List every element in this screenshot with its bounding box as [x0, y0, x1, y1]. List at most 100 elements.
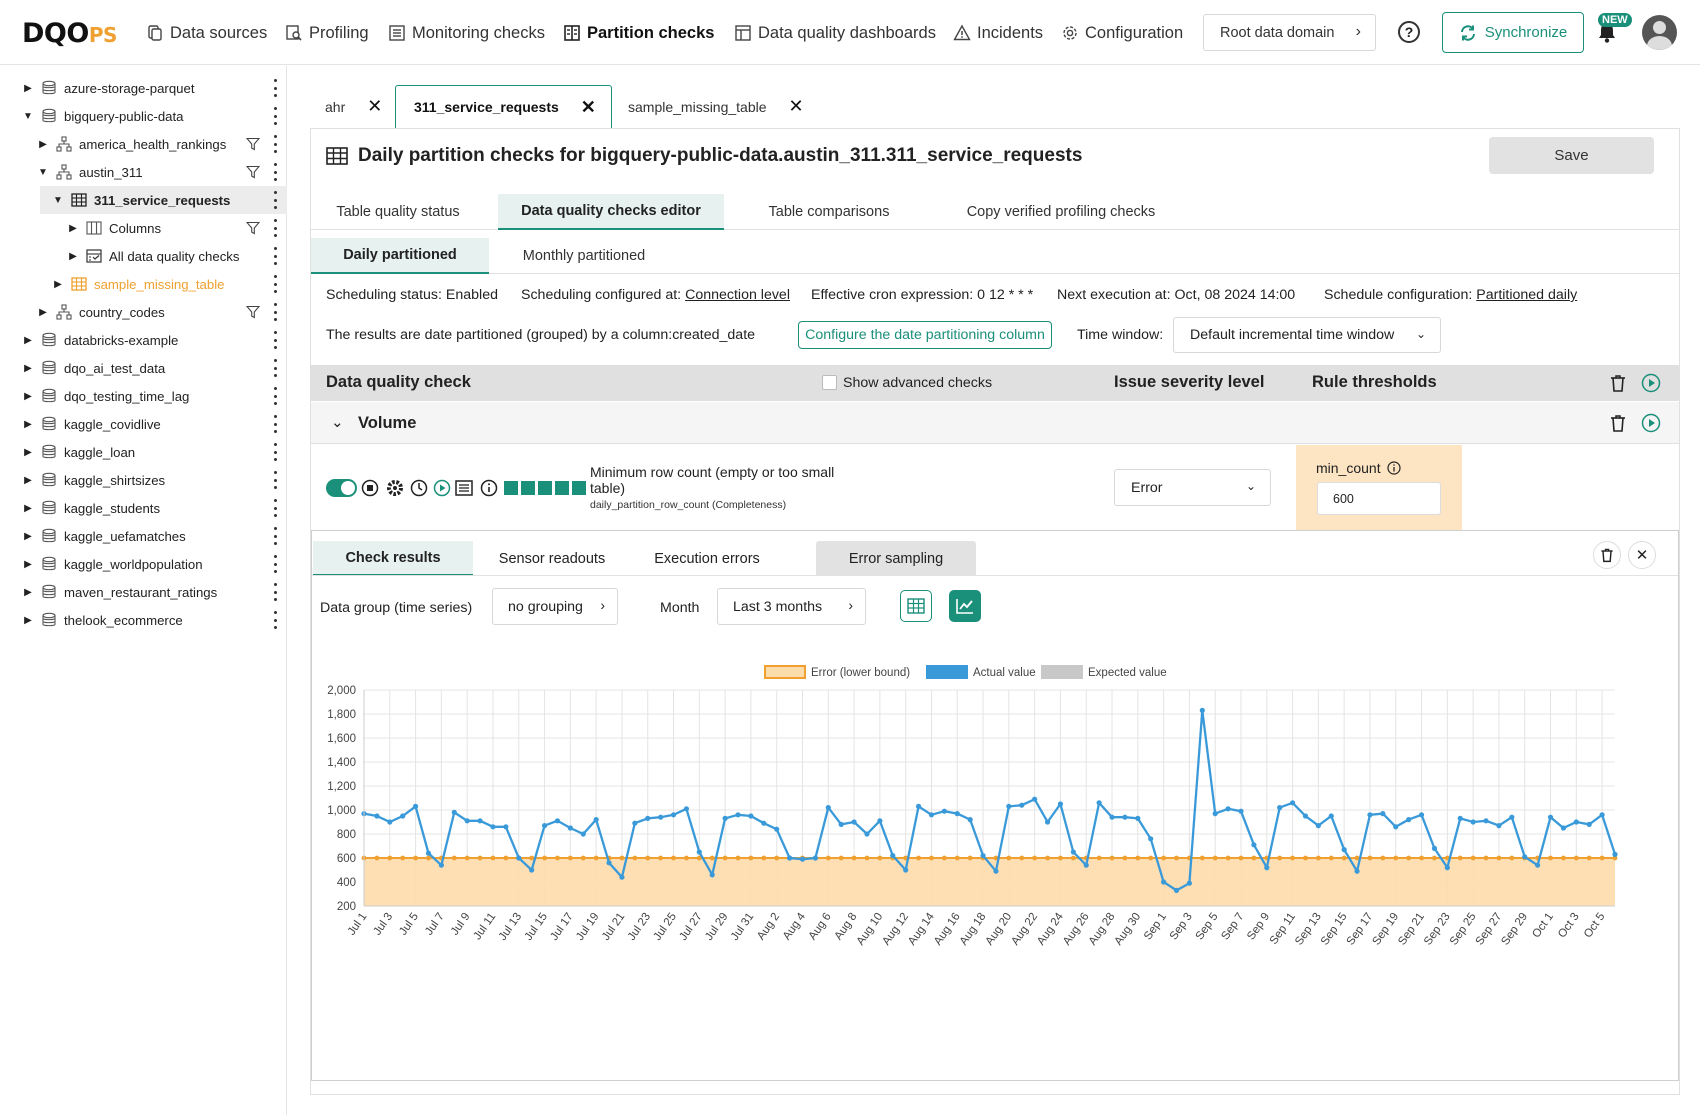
connection-level-link[interactable]: Connection level	[685, 287, 790, 303]
nav-partition-checks[interactable]: Partition checks	[563, 20, 714, 46]
chart-view-button[interactable]	[949, 590, 981, 622]
result-status-square[interactable]	[538, 481, 552, 495]
nav-data-quality-dashboards[interactable]: Data quality dashboards	[734, 20, 936, 46]
kebab-menu-icon[interactable]	[272, 387, 278, 405]
category-volume[interactable]: ⌄ Volume	[311, 402, 1679, 444]
tree-item-kaggle-covidlive[interactable]: ▶ kaggle_covidlive	[0, 410, 287, 438]
kebab-menu-icon[interactable]	[272, 443, 278, 461]
kebab-menu-icon[interactable]	[272, 583, 278, 601]
tree-item-columns[interactable]: ▶ Columns	[0, 214, 287, 242]
avatar[interactable]	[1642, 15, 1677, 50]
caret-down-icon[interactable]: ▼	[37, 167, 49, 178]
result-status-square[interactable]	[555, 481, 569, 495]
tree-item-bigquery-public-data[interactable]: ▼ bigquery-public-data	[0, 102, 287, 130]
save-button[interactable]: Save	[1489, 137, 1654, 174]
file-tab-sample-missing-table[interactable]: sample_missing_table ✕	[628, 85, 804, 128]
partitioned-daily-link[interactable]: Partitioned daily	[1476, 287, 1577, 303]
month-select[interactable]: Last 3 months ›	[717, 588, 866, 625]
close-icon[interactable]: ✕	[789, 96, 804, 117]
tree-item-sample-missing-table[interactable]: ▶ sample_missing_table	[0, 270, 287, 298]
kebab-menu-icon[interactable]	[272, 275, 278, 293]
kebab-menu-icon[interactable]	[272, 191, 278, 209]
kebab-menu-icon[interactable]	[272, 527, 278, 545]
nav-data-sources[interactable]: Data sources	[146, 20, 267, 46]
kebab-menu-icon[interactable]	[272, 471, 278, 489]
data-group-select[interactable]: no grouping ›	[492, 588, 618, 625]
caret-right-icon[interactable]: ▶	[37, 307, 49, 318]
show-advanced-checkbox[interactable]	[822, 375, 837, 390]
tree-item-america-health-rankings[interactable]: ▶ america_health_rankings	[0, 130, 287, 158]
tab-sensor-readouts[interactable]: Sensor readouts	[477, 541, 627, 576]
caret-right-icon[interactable]: ▶	[37, 139, 49, 150]
table-view-button[interactable]	[900, 590, 932, 622]
close-icon[interactable]: ✕	[367, 96, 382, 117]
caret-down-icon[interactable]: ▼	[22, 111, 34, 122]
tab-check-results[interactable]: Check results	[313, 541, 473, 576]
chevron-down-icon[interactable]: ⌄	[331, 413, 344, 431]
caret-right-icon[interactable]: ▶	[22, 447, 34, 458]
tab-table-comparisons[interactable]: Table comparisons	[731, 194, 927, 230]
time-window-select[interactable]: Default incremental time window ⌄	[1173, 317, 1441, 353]
synchronize-button[interactable]: Synchronize	[1442, 12, 1584, 53]
caret-right-icon[interactable]: ▶	[22, 419, 34, 430]
info-icon[interactable]	[479, 478, 499, 498]
caret-right-icon[interactable]: ▶	[67, 251, 79, 262]
caret-right-icon[interactable]: ▶	[22, 587, 34, 598]
results-list-icon[interactable]	[454, 478, 474, 498]
caret-right-icon[interactable]: ▶	[22, 559, 34, 570]
file-tab-ahr[interactable]: ahr ✕	[325, 85, 382, 128]
configure-partition-column-button[interactable]: Configure the date partitioning column	[798, 321, 1052, 349]
tree-item-maven-restaurant-ratings[interactable]: ▶ maven_restaurant_ratings	[0, 578, 287, 606]
kebab-menu-icon[interactable]	[272, 499, 278, 517]
tab-execution-errors[interactable]: Execution errors	[632, 541, 782, 576]
kebab-menu-icon[interactable]	[272, 331, 278, 349]
clock-icon[interactable]	[409, 478, 429, 498]
nav-monitoring-checks[interactable]: Monitoring checks	[388, 20, 545, 46]
tree-item-azure-storage-parquet[interactable]: ▶ azure-storage-parquet	[0, 74, 287, 102]
tree-item-kaggle-students[interactable]: ▶ kaggle_students	[0, 494, 287, 522]
nav-configuration[interactable]: Configuration	[1061, 20, 1183, 46]
check-enable-toggle[interactable]	[326, 479, 357, 497]
tree-item-dqo-ai-test-data[interactable]: ▶ dqo_ai_test_data	[0, 354, 287, 382]
kebab-menu-icon[interactable]	[272, 163, 278, 181]
tab-table-quality-status[interactable]: Table quality status	[311, 194, 485, 230]
trash-icon[interactable]	[1608, 373, 1628, 393]
tree-item-country-codes[interactable]: ▶ country_codes	[0, 298, 287, 326]
filter-icon[interactable]	[246, 305, 260, 319]
caret-right-icon[interactable]: ▶	[22, 615, 34, 626]
kebab-menu-icon[interactable]	[272, 359, 278, 377]
kebab-menu-icon[interactable]	[272, 107, 278, 125]
caret-right-icon[interactable]: ▶	[22, 475, 34, 486]
tree-item-databricks-example[interactable]: ▶ databricks-example	[0, 326, 287, 354]
kebab-menu-icon[interactable]	[272, 611, 278, 629]
caret-right-icon[interactable]: ▶	[22, 503, 34, 514]
filter-icon[interactable]	[246, 137, 260, 151]
tab-error-sampling[interactable]: Error sampling	[816, 541, 976, 576]
run-icon[interactable]	[1641, 373, 1661, 393]
nav-profiling[interactable]: Profiling	[285, 20, 369, 46]
result-status-square[interactable]	[521, 481, 535, 495]
tree-item-kaggle-loan[interactable]: ▶ kaggle_loan	[0, 438, 287, 466]
run-icon[interactable]	[1641, 413, 1661, 433]
tree-item-kaggle-shirtsizes[interactable]: ▶ kaggle_shirtsizes	[0, 466, 287, 494]
tab-monthly-partitioned[interactable]: Monthly partitioned	[489, 238, 679, 274]
caret-right-icon[interactable]: ▶	[22, 335, 34, 346]
trash-icon[interactable]	[1608, 413, 1628, 433]
caret-right-icon[interactable]: ▶	[22, 363, 34, 374]
tab-data-quality-checks-editor[interactable]: Data quality checks editor	[498, 194, 724, 230]
help-icon[interactable]: ?	[1398, 21, 1420, 43]
min-count-input[interactable]: 600	[1317, 482, 1441, 515]
kebab-menu-icon[interactable]	[272, 247, 278, 265]
caret-right-icon[interactable]: ▶	[22, 531, 34, 542]
caret-right-icon[interactable]: ▶	[22, 391, 34, 402]
tab-daily-partitioned[interactable]: Daily partitioned	[311, 238, 489, 274]
kebab-menu-icon[interactable]	[272, 415, 278, 433]
delete-results-button[interactable]	[1593, 541, 1621, 569]
tree-item-all-data-quality-checks[interactable]: ▶ All data quality checks	[0, 242, 287, 270]
run-check-icon[interactable]	[432, 478, 452, 498]
settings-icon[interactable]	[385, 478, 405, 498]
stop-icon[interactable]	[360, 478, 380, 498]
severity-select[interactable]: Error ⌄	[1114, 469, 1271, 506]
tree-item-austin-311[interactable]: ▼ austin_311	[0, 158, 287, 186]
filter-icon[interactable]	[246, 165, 260, 179]
